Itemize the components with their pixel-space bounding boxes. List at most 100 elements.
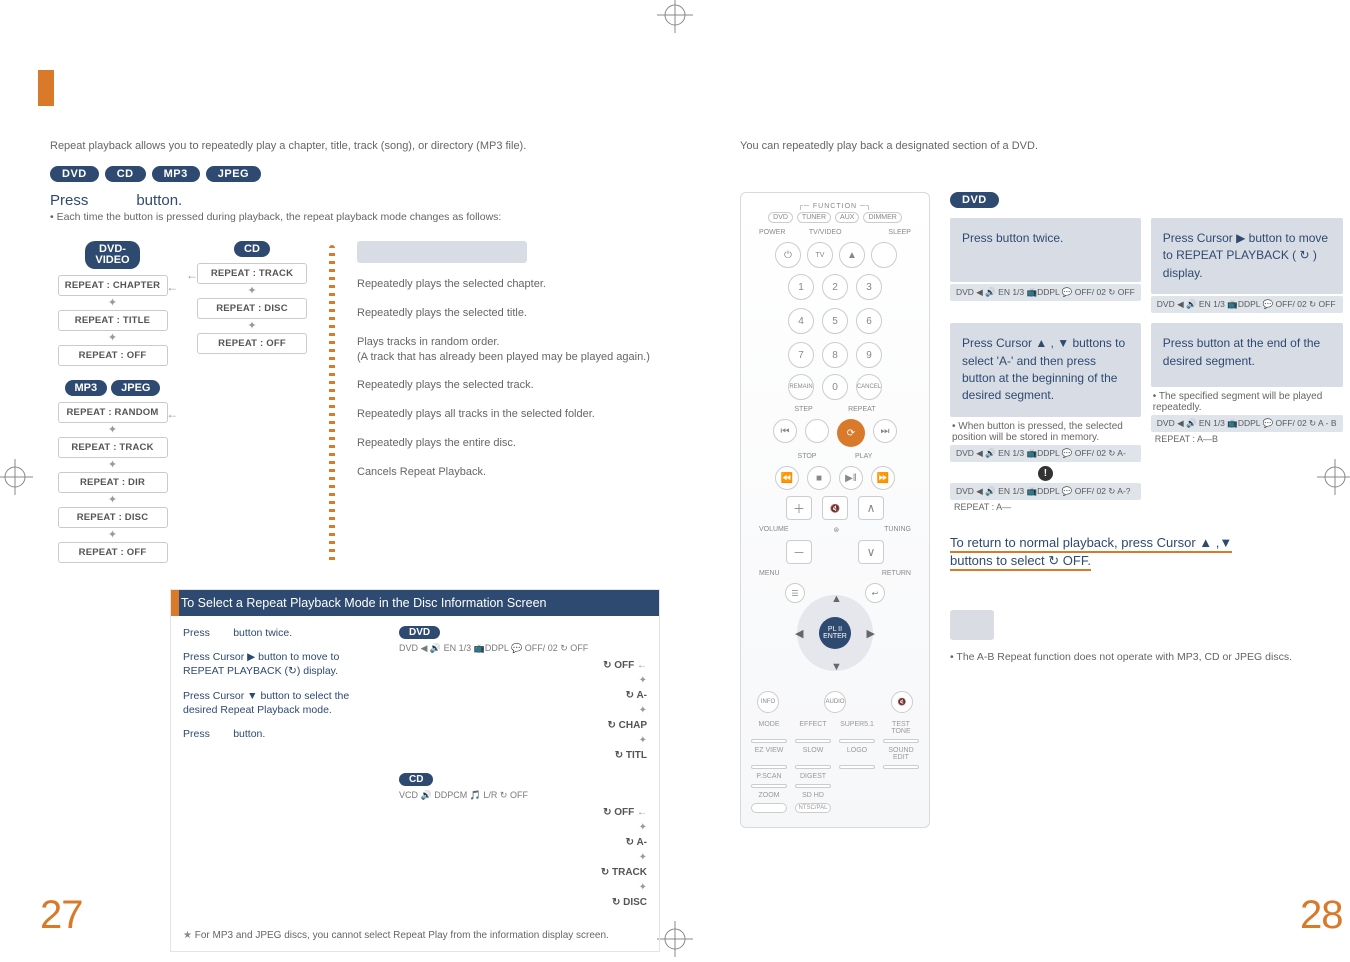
right-content: DVD Press button twice. DVD ◀ 🔊 EN 1/3 📺…	[950, 192, 1343, 828]
note-block: • The A-B Repeat function does not opera…	[950, 610, 1343, 663]
intro-text: Repeat playback allows you to repeatedly…	[50, 140, 660, 152]
dpad[interactable]: ☰ ↩ ▲ ▼ ◀ ▶ PL II ENTER	[785, 583, 885, 683]
return-callout: To return to normal playback, press Curs…	[950, 534, 1343, 570]
button-word: button.	[136, 192, 182, 209]
cursor-left-icon[interactable]: ◀	[795, 627, 803, 640]
remote-btn-dvd[interactable]: DVD	[768, 212, 793, 223]
info-panel-title: To Select a Repeat Playback Mode in the …	[171, 590, 659, 616]
page-number-left: 27	[40, 893, 83, 938]
col-step4: Press button at the end of the desired s…	[1151, 323, 1343, 512]
mode-mini[interactable]	[751, 739, 787, 743]
digit-7[interactable]: 7	[788, 342, 814, 368]
under-note: • The specified segment will be played r…	[1151, 387, 1343, 413]
remote-btn-aux[interactable]: AUX	[835, 212, 859, 223]
remote-illustration: ┌─ FUNCTION ─┐ DVD TUNER AUX DIMMER POWE…	[740, 192, 930, 828]
state-track: REPEAT : TRACK	[58, 437, 168, 458]
pscan-mini[interactable]	[751, 784, 787, 788]
testtone-mini[interactable]	[883, 739, 919, 743]
cursor-right-icon[interactable]: ▶	[867, 627, 875, 640]
effect-mini[interactable]	[795, 739, 831, 743]
digit-3[interactable]: 3	[856, 274, 882, 300]
digit-2[interactable]: 2	[822, 274, 848, 300]
eject-icon[interactable]: ▲	[839, 242, 865, 268]
forward-icon[interactable]: ⏩	[871, 466, 895, 490]
cursor-up-icon[interactable]: ▲	[831, 593, 842, 605]
digit-5[interactable]: 5	[822, 308, 848, 334]
flow-arrow: ✦	[50, 332, 175, 344]
status-strip: DVD ◀ 🔊 EN 1/3 📺DDPL 💬 OFF/ 02 ↻ OFF	[950, 284, 1141, 301]
page-right: You can repeatedly play back a designate…	[700, 0, 1350, 954]
state-off: REPEAT : OFF	[197, 333, 307, 354]
remote-btn-tuner[interactable]: TUNER	[797, 212, 831, 223]
status-strip: DVD ◀ 🔊 EN 1/3 📺DDPL 💬 OFF/ 02 ↻ OFF	[399, 643, 647, 654]
sedit-mini[interactable]	[883, 765, 919, 769]
desc-random: Plays tracks in random order. (A track t…	[357, 335, 660, 365]
vol-up-icon[interactable]: ＋	[786, 496, 812, 520]
note-tag	[950, 610, 994, 640]
format-pills: DVD CD MP3 JPEG	[50, 166, 660, 182]
audio-btn[interactable]: AUDIO	[824, 691, 846, 713]
press-word: Press	[50, 192, 88, 209]
flow-columns: DVD- VIDEO ←REPEAT : CHAPTER ✦ REPEAT : …	[50, 241, 660, 565]
repeat-btn[interactable]: ⟳	[837, 419, 865, 447]
return-btn[interactable]: ↩	[865, 583, 885, 603]
logo-mini[interactable]	[839, 765, 875, 769]
sleep-btn[interactable]	[871, 242, 897, 268]
loop-arrow-icon: ←	[186, 268, 198, 282]
step-box-4: Press button at the end of the desired s…	[1151, 323, 1343, 387]
state-track: ←REPEAT : TRACK	[197, 263, 307, 284]
page-left: Repeat playback allows you to repeatedly…	[0, 0, 700, 954]
rewind-icon[interactable]: ⏪	[775, 466, 799, 490]
digit-1[interactable]: 1	[788, 274, 814, 300]
state-dir: REPEAT : DIR	[58, 472, 168, 493]
cancel-btn[interactable]: CANCEL	[856, 374, 882, 400]
desc-off: Cancels Repeat Playback.	[357, 465, 660, 480]
super51-mini[interactable]	[839, 739, 875, 743]
state-random: ←REPEAT : RANDOM	[58, 402, 168, 423]
tune-dn-icon[interactable]: ∨	[858, 540, 884, 564]
step-btn[interactable]	[805, 419, 829, 443]
vol-dn-icon[interactable]: －	[786, 540, 812, 564]
flow-arrow: ✦	[197, 320, 307, 332]
stop-icon[interactable]: ■	[807, 466, 831, 490]
digit-8[interactable]: 8	[822, 342, 848, 368]
pill-dvd: DVD	[50, 166, 99, 182]
subtitle-btn[interactable]: 🔇	[891, 691, 913, 713]
power-icon[interactable]: ⏻	[775, 242, 801, 268]
digit-6[interactable]: 6	[856, 308, 882, 334]
slow-mini[interactable]	[795, 765, 831, 769]
sdhd-mini[interactable]: NTSC/PAL	[795, 803, 831, 813]
star-note: For MP3 and JPEG discs, you cannot selec…	[171, 924, 659, 951]
section-marker	[38, 70, 54, 106]
step-box-3: Press Cursor ▲ , ▼ buttons to select 'A-…	[950, 323, 1141, 417]
desc-dir: Repeatedly plays all tracks in the selec…	[357, 407, 660, 422]
skip-fwd-icon[interactable]: ⏭	[873, 419, 897, 443]
digit-0[interactable]: 0	[822, 374, 848, 400]
ezview-mini[interactable]	[751, 765, 787, 769]
repeat-label: REPEAT : A—	[950, 502, 1141, 512]
step-1: Press button twice.	[183, 626, 383, 640]
tvvideo-btn[interactable]: TV	[807, 242, 833, 268]
flow-arrow: ✦	[50, 297, 175, 309]
skip-back-icon[interactable]: ⏮	[773, 419, 797, 443]
pill-cd: CD	[105, 166, 146, 182]
col-step2: Press Cursor ▶ button to move to REPEAT …	[1151, 218, 1343, 313]
status-strip: VCD 🔊 DDPCM 🎵 L/R ↻ OFF	[399, 790, 647, 801]
menu-btn[interactable]: ☰	[785, 583, 805, 603]
remain-btn[interactable]: REMAIN	[788, 374, 814, 400]
tune-up-icon[interactable]: ∧	[858, 496, 884, 520]
enter-btn[interactable]: PL II ENTER	[819, 617, 851, 649]
info-panel-body: Press button twice. Press Cursor ▶ butto…	[171, 616, 659, 924]
cursor-dn-icon[interactable]: ▼	[831, 661, 842, 673]
digit-9[interactable]: 9	[856, 342, 882, 368]
mute-icon[interactable]: 🔇	[822, 496, 848, 520]
pill-mp3: MP3	[152, 166, 200, 182]
digit-4[interactable]: 4	[788, 308, 814, 334]
remote-btn-dimmer[interactable]: DIMMER	[863, 212, 901, 223]
state-off: REPEAT : OFF	[58, 542, 168, 563]
zoom-mini[interactable]	[751, 803, 787, 813]
digest-mini[interactable]	[795, 784, 831, 788]
info-btn[interactable]: INFO	[757, 691, 779, 713]
chain-col: DVD DVD ◀ 🔊 EN 1/3 📺DDPL 💬 OFF/ 02 ↻ OFF…	[399, 626, 647, 920]
play-pause-icon[interactable]: ▶‖	[839, 466, 863, 490]
